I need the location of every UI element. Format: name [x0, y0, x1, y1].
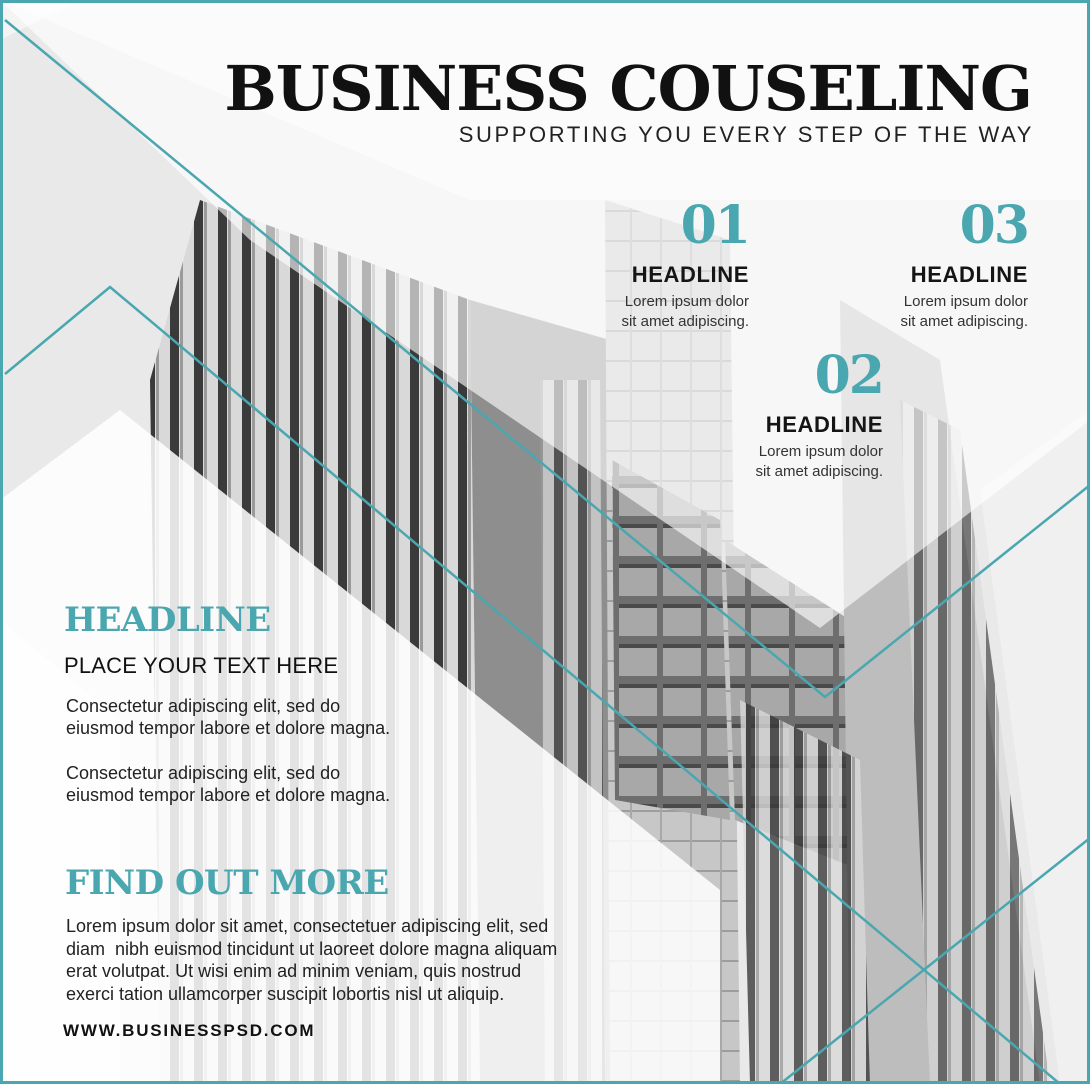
- paragraph-line: eiusmod tempor labore et dolore magna.: [66, 718, 391, 738]
- website-link[interactable]: WWW.BUSINESSPSD.COM: [63, 1021, 315, 1041]
- feature-text: Lorem ipsum dolor sit amet adipiscing.: [900, 292, 1028, 332]
- body-paragraph: Consectetur adipiscing elit, sed do eius…: [66, 762, 390, 806]
- feature-text-line: sit amet adipiscing.: [755, 463, 883, 480]
- feature-text-line: Lorem ipsum dolor: [903, 293, 1028, 310]
- feature-text-line: sit amet adipiscing.: [621, 313, 749, 330]
- paragraph-line: diam nibh euismod tincidunt ut laoreet d…: [66, 938, 558, 959]
- feature-text-line: Lorem ipsum dolor: [624, 293, 749, 310]
- feature-02: 02 HEADLINE Lorem ipsum dolor sit amet a…: [755, 345, 885, 482]
- feature-text: Lorem ipsum dolor sit amet adipiscing.: [755, 442, 883, 482]
- paragraph-line: Consectetur adipiscing elit, sed do: [66, 763, 341, 783]
- section-headline: HEADLINE: [64, 600, 271, 640]
- paragraph-line: Consectetur adipiscing elit, sed do: [66, 696, 341, 716]
- paragraph-line: eiusmod tempor labore et dolore magna.: [66, 785, 391, 805]
- body-paragraph: Consectetur adipiscing elit, sed do eius…: [66, 695, 390, 739]
- paragraph-line: erat volutpat. Ut wisi enim ad minim ven…: [66, 961, 522, 981]
- find-out-more-text: Lorem ipsum dolor sit amet, consectetuer…: [66, 915, 706, 1005]
- feature-text-line: sit amet adipiscing.: [900, 313, 1028, 330]
- flyer: BUSINESS COUSELING SUPPORTING YOU EVERY …: [0, 0, 1090, 1084]
- page-title: BUSINESS COUSELING: [224, 52, 1033, 125]
- feature-number: 02: [814, 345, 885, 406]
- feature-01: 01 HEADLINE Lorem ipsum dolor sit amet a…: [621, 195, 751, 332]
- feature-text: Lorem ipsum dolor sit amet adipiscing.: [621, 292, 749, 332]
- feature-headline: HEADLINE: [765, 412, 883, 437]
- section-subheadline: PLACE YOUR TEXT HERE: [64, 653, 339, 678]
- page-subtitle: SUPPORTING YOU EVERY STEP OF THE WAY: [458, 122, 1034, 147]
- feature-number: 01: [680, 195, 751, 256]
- feature-text-line: Lorem ipsum dolor: [758, 443, 883, 460]
- feature-headline: HEADLINE: [631, 262, 749, 287]
- paragraph-line: exerci tation ullamcorper suscipit lobor…: [66, 983, 505, 1004]
- feature-number: 03: [959, 195, 1030, 256]
- feature-headline: HEADLINE: [910, 262, 1028, 287]
- feature-03: 03 HEADLINE Lorem ipsum dolor sit amet a…: [900, 195, 1030, 332]
- paragraph-line: Lorem ipsum dolor sit amet, consectetuer…: [66, 916, 549, 936]
- find-out-more-headline: FIND OUT MORE: [65, 863, 389, 903]
